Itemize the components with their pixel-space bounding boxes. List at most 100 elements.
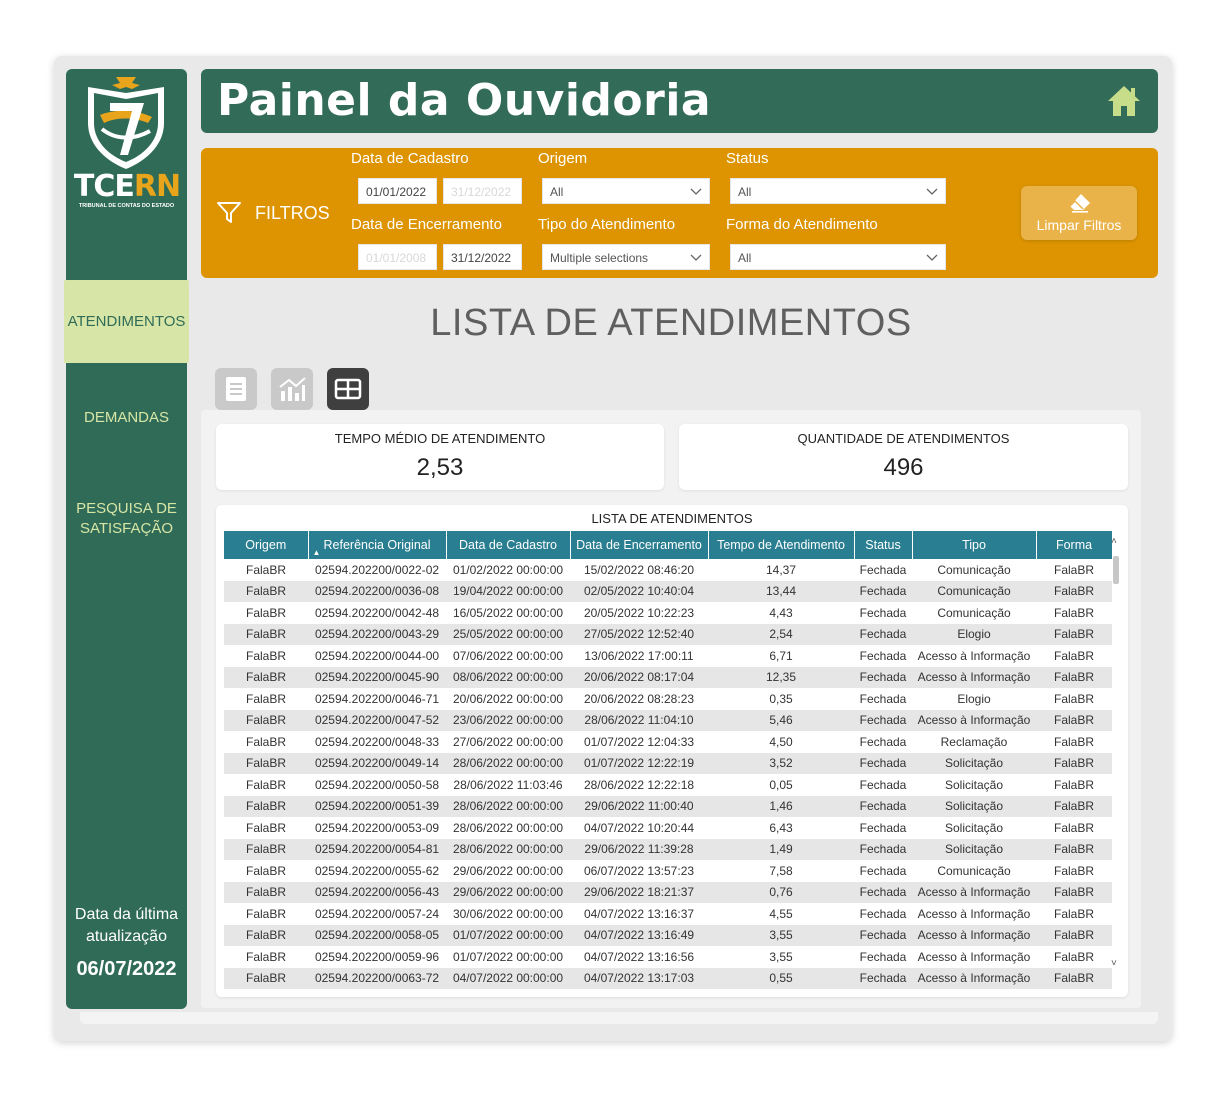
table-cell: Fechada <box>859 562 907 577</box>
table-cell: 29/06/2022 11:00:40 <box>570 795 708 817</box>
table-cell: 02594.202200/0050-58 <box>314 777 440 792</box>
table-cell: Fechada <box>854 623 912 645</box>
table-scrollbar[interactable] <box>1113 556 1119 584</box>
data-encerramento-from-input[interactable]: 01/01/2008 <box>358 244 437 270</box>
table-cell: FalaBR <box>245 648 286 663</box>
filters-title: FILTROS <box>217 202 330 224</box>
table-cell: 3,55 <box>769 949 793 964</box>
clear-filters-button[interactable]: Limpar Filtros <box>1021 186 1137 240</box>
table-cell: 02594.202200/0022-02 <box>314 562 440 577</box>
table-cell: 29/06/2022 18:21:37 <box>570 881 708 903</box>
table-row[interactable]: FalaBR 02594.202200/0044-00 07/06/2022 00:… <box>224 645 1112 667</box>
table-row[interactable]: FalaBR 02594.202200/0055-62 29/06/2022 00:… <box>224 860 1112 882</box>
atendimentos-table: Origem ▲ Referência Original Data de Cadast… <box>224 531 1113 989</box>
forma-atendimento-select[interactable]: All <box>730 244 946 270</box>
table-cell: FalaBR <box>245 734 286 749</box>
table-row[interactable]: FalaBR 02594.202200/0054-81 28/06/2022 00:… <box>224 838 1112 860</box>
table-cell: Solicitação <box>912 795 1036 817</box>
kpi-tempo-medio-value: 2,53 <box>416 454 464 481</box>
status-select-value: All <box>738 185 752 199</box>
table-row[interactable]: FalaBR 02594.202200/0046-71 20/06/2022 00:… <box>224 688 1112 710</box>
tipo-atendimento-label: Tipo do Atendimento <box>538 216 676 233</box>
table-row[interactable]: FalaBR 02594.202200/0036-08 19/04/2022 00:… <box>224 580 1112 602</box>
filter-icon <box>217 202 241 223</box>
nav-demandas[interactable]: DEMANDAS <box>66 408 187 428</box>
table-row[interactable]: FalaBR 02594.202200/0042-48 16/05/2022 00:… <box>224 602 1112 624</box>
table-row[interactable]: FalaBR 02594.202200/0053-09 28/06/2022 00:… <box>224 817 1112 839</box>
column-header[interactable]: Tempo de Atendimento <box>708 531 855 559</box>
forma-atendimento-select-value: All <box>738 251 752 265</box>
column-header[interactable]: Tipo <box>912 531 1037 559</box>
table-cell: 7,58 <box>769 863 793 878</box>
table-row[interactable]: FalaBR 02594.202200/0043-29 25/05/2022 00:… <box>224 623 1112 645</box>
table-cell: 13,44 <box>708 580 854 602</box>
data-cadastro-to-input[interactable]: 31/12/2022 <box>443 178 522 204</box>
table-cell: 19/04/2022 00:00:00 <box>446 580 570 602</box>
nav-pesquisa-line2: SATISFAÇÃO <box>79 520 174 537</box>
nav-atendimentos[interactable]: ATENDIMENTOS <box>64 280 189 363</box>
tipo-atendimento-select[interactable]: Multiple selections <box>542 244 710 270</box>
table-cell: Acesso à Informação <box>912 924 1036 946</box>
table-row[interactable]: FalaBR 02594.202200/0057-24 30/06/2022 00:… <box>224 903 1112 925</box>
column-header[interactable]: Status <box>854 531 913 559</box>
table-row[interactable]: FalaBR 02594.202200/0022-02 01/02/2022 00:… <box>224 559 1112 581</box>
brand-subtitle: TRIBUNAL DE CONTAS DO ESTADO <box>78 203 175 209</box>
table-cell: 29/06/2022 11:39:28 <box>570 838 708 860</box>
last-update-line1: Data da última <box>74 906 179 923</box>
table-cell: 04/07/2022 00:00:00 <box>446 967 570 989</box>
table-row[interactable]: FalaBR 02594.202200/0051-39 28/06/2022 00:… <box>224 795 1112 817</box>
table-cell: Comunicação <box>937 863 1011 878</box>
table-cell: 0,05 <box>769 777 793 792</box>
scroll-up-icon[interactable]: ˄ <box>1111 536 1117 547</box>
table-row[interactable]: FalaBR 02594.202200/0056-43 29/06/2022 00:… <box>224 881 1112 903</box>
table-row[interactable]: FalaBR 02594.202200/0063-72 04/07/2022 00:… <box>224 967 1112 989</box>
table-row[interactable]: FalaBR 02594.202200/0050-58 28/06/2022 11:… <box>224 774 1112 796</box>
column-header[interactable]: Origem <box>224 531 309 559</box>
column-header[interactable]: Data de Encerramento <box>570 531 709 559</box>
table-cell: 15/02/2022 08:46:20 <box>583 562 695 577</box>
table-cell: Solicitação <box>944 777 1004 792</box>
table-cell: 02594.202200/0056-43 <box>308 881 446 903</box>
table-cell: Fechada <box>854 709 912 731</box>
table-row[interactable]: FalaBR 02594.202200/0048-33 27/06/2022 00:… <box>224 731 1112 753</box>
table-cell: Acesso à Informação <box>917 906 1031 921</box>
column-header[interactable]: ▲ Referência Original <box>308 531 447 559</box>
table-cell: 29/06/2022 00:00:00 <box>452 863 564 878</box>
table-row[interactable]: FalaBR 02594.202200/0059-96 01/07/2022 00:… <box>224 946 1112 968</box>
view-document-button[interactable] <box>215 368 257 410</box>
column-header[interactable]: Data de Cadastro <box>446 531 571 559</box>
table-cell: FalaBR <box>1036 967 1112 989</box>
view-table-button[interactable] <box>327 368 369 410</box>
data-cadastro-from-input[interactable]: 01/01/2022 <box>358 178 437 204</box>
status-label: Status <box>726 150 769 167</box>
table-cell: 04/07/2022 13:17:03 <box>570 967 708 989</box>
table-cell: 08/06/2022 00:00:00 <box>446 666 570 688</box>
table-cell: Fechada <box>854 666 912 688</box>
table-row[interactable]: FalaBR 02594.202200/0045-90 08/06/2022 00:… <box>224 666 1112 688</box>
chevron-down-icon <box>926 188 938 195</box>
table-cell: Comunicação <box>912 580 1036 602</box>
origem-select-value: All <box>550 185 564 199</box>
table-cell: 06/07/2022 13:57:23 <box>583 863 695 878</box>
data-encerramento-to-input[interactable]: 31/12/2022 <box>443 244 522 270</box>
origem-select[interactable]: All <box>542 178 710 204</box>
home-icon[interactable] <box>1106 83 1142 119</box>
sort-ascending-icon: ▲ <box>312 548 321 557</box>
table-row[interactable]: FalaBR 02594.202200/0049-14 28/06/2022 00:… <box>224 752 1112 774</box>
table-row[interactable]: FalaBR 02594.202200/0058-05 01/07/2022 00:… <box>224 924 1112 946</box>
scroll-down-icon[interactable]: ˅ <box>1111 958 1117 969</box>
table-cell: 01/02/2022 00:00:00 <box>452 562 564 577</box>
table-cell: Acesso à Informação <box>912 967 1036 989</box>
table-card: LISTA DE ATENDIMENTOS Origem ▲ Referência … <box>216 505 1128 997</box>
table-title: LISTA DE ATENDIMENTOS <box>591 511 753 526</box>
table-cell: 02594.202200/0036-08 <box>308 580 446 602</box>
table-row[interactable]: FalaBR 02594.202200/0047-52 23/06/2022 00:… <box>224 709 1112 731</box>
sidebar: TCERN TRIBUNAL DE CONTAS DO ESTADO DEMAN… <box>66 69 187 1009</box>
nav-pesquisa-satisfacao[interactable]: PESQUISA DE SATISFAÇÃO <box>66 499 187 539</box>
table-cell: FalaBR <box>224 623 308 645</box>
table-cell: 28/06/2022 12:22:18 <box>583 777 695 792</box>
table-cell: Elogio <box>957 691 991 706</box>
column-header[interactable]: Forma <box>1036 531 1113 559</box>
view-chart-button[interactable] <box>271 368 313 410</box>
status-select[interactable]: All <box>730 178 946 204</box>
